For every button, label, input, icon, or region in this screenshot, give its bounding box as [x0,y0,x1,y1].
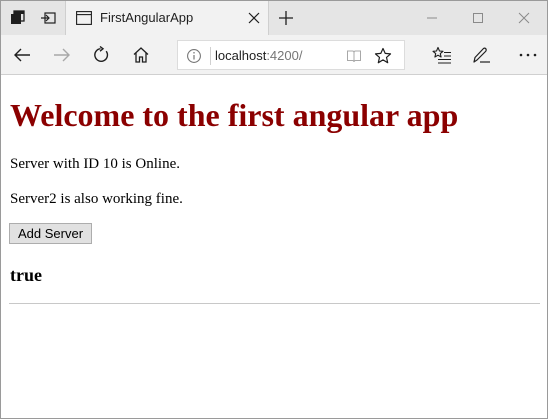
server-status-text: Server with ID 10 is Online. [10,156,180,172]
navigation-bar: localhost:4200/ [1,35,547,75]
url-host: localhost [215,48,267,63]
browser-window: FirstAngularApp localhost:4200/ Welcome … [0,0,548,419]
more-icon[interactable] [511,38,545,72]
flag-value-text: true [10,265,42,285]
url-text[interactable]: localhost:4200/ [215,48,302,63]
tab-title: FirstAngularApp [100,10,194,25]
maximize-icon[interactable] [455,1,501,35]
tab-bar: FirstAngularApp [1,1,547,35]
address-bar[interactable]: localhost:4200/ [177,40,405,70]
favorite-star-icon[interactable] [374,47,392,65]
horizontal-rule [9,303,540,304]
favorites-hub-icon[interactable] [425,38,459,72]
window-close-icon[interactable] [501,1,547,35]
page-icon [76,11,92,25]
server2-status-text: Server2 is also working fine. [10,191,183,207]
url-port: :4200/ [266,48,303,63]
new-tab-icon[interactable] [269,1,303,35]
set-aside-tabs-icon[interactable] [33,1,63,35]
page-title: Welcome to the first angular app [10,97,459,133]
minimize-icon[interactable] [409,1,455,35]
forward-icon[interactable] [45,38,79,72]
home-icon[interactable] [124,38,158,72]
add-server-button[interactable]: Add Server [9,223,93,244]
refresh-icon[interactable] [84,38,118,72]
address-separator [210,47,211,65]
reading-view-icon[interactable] [346,48,362,64]
tab-actions-icon[interactable] [3,1,33,35]
pen-icon[interactable] [464,38,498,72]
page-content: Welcome to the first angular app Server … [1,76,547,418]
tab-first-angular-app[interactable]: FirstAngularApp [65,1,269,35]
close-icon[interactable] [246,10,262,26]
info-icon[interactable] [186,48,202,64]
back-icon[interactable] [5,38,39,72]
